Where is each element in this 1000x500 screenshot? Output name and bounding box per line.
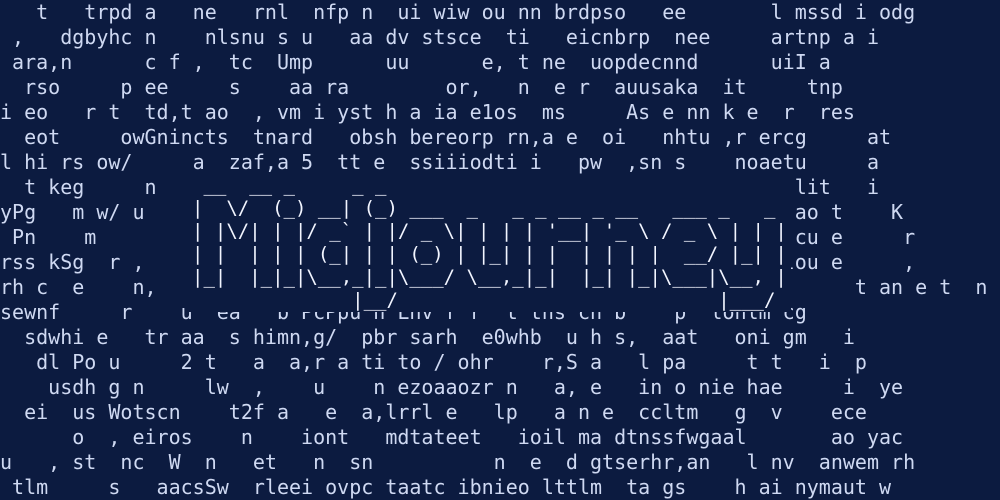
background-text-line: ara,n c f , tc Ump uu e, t ne uopdecnnd … bbox=[0, 50, 831, 74]
background-text-line: sdwhi e tr aa s himn,g/ pbr sarh e0whb u… bbox=[0, 325, 855, 349]
ascii-art-canvas: t trpd a ne rnl nfp n ui wiw ou nn brdps… bbox=[0, 0, 1000, 500]
background-text-line: u , st nc W n et n sn n e d gtserhr,an l… bbox=[0, 450, 916, 474]
background-text-line: ei us Wotscn t2f a e a,lrrl e lp a n e c… bbox=[0, 400, 867, 424]
background-text-line: , dgbyhc n nlsnu s u aa dv stsce ti eicn… bbox=[0, 25, 879, 49]
background-text-line: t trpd a ne rnl nfp n ui wiw ou nn brdps… bbox=[0, 0, 916, 24]
background-text-line: tlm s aacsSw rleei ovpc taatc ibnieo ltt… bbox=[0, 475, 892, 499]
background-text-line: usdh g n lw , u n ezoaaozr n a, e in o n… bbox=[0, 375, 904, 399]
background-text-line: l hi rs ow/ a zaf,a 5 tt e ssiiiodti i p… bbox=[0, 150, 879, 174]
background-text-line: rso p ee s aa ra or, n e r auusaka it tn… bbox=[0, 75, 843, 99]
background-text-line: dl Po u 2 t a a,r a ti to / ohr r,S a l … bbox=[0, 350, 867, 374]
midjourney-ascii-logo: __ __ _ _ _ | \/ (_) __| (_) ___ _ _ _ _… bbox=[188, 174, 791, 312]
background-text-line: o , eiros n iont mdtateet ioil ma dtnssf… bbox=[0, 425, 904, 449]
background-text-line: i eo r t td,t ao , vm i yst h a ia e1os … bbox=[0, 100, 855, 124]
background-text-line: eot owGnincts tnard obsh bereorp rn,a e … bbox=[0, 125, 892, 149]
